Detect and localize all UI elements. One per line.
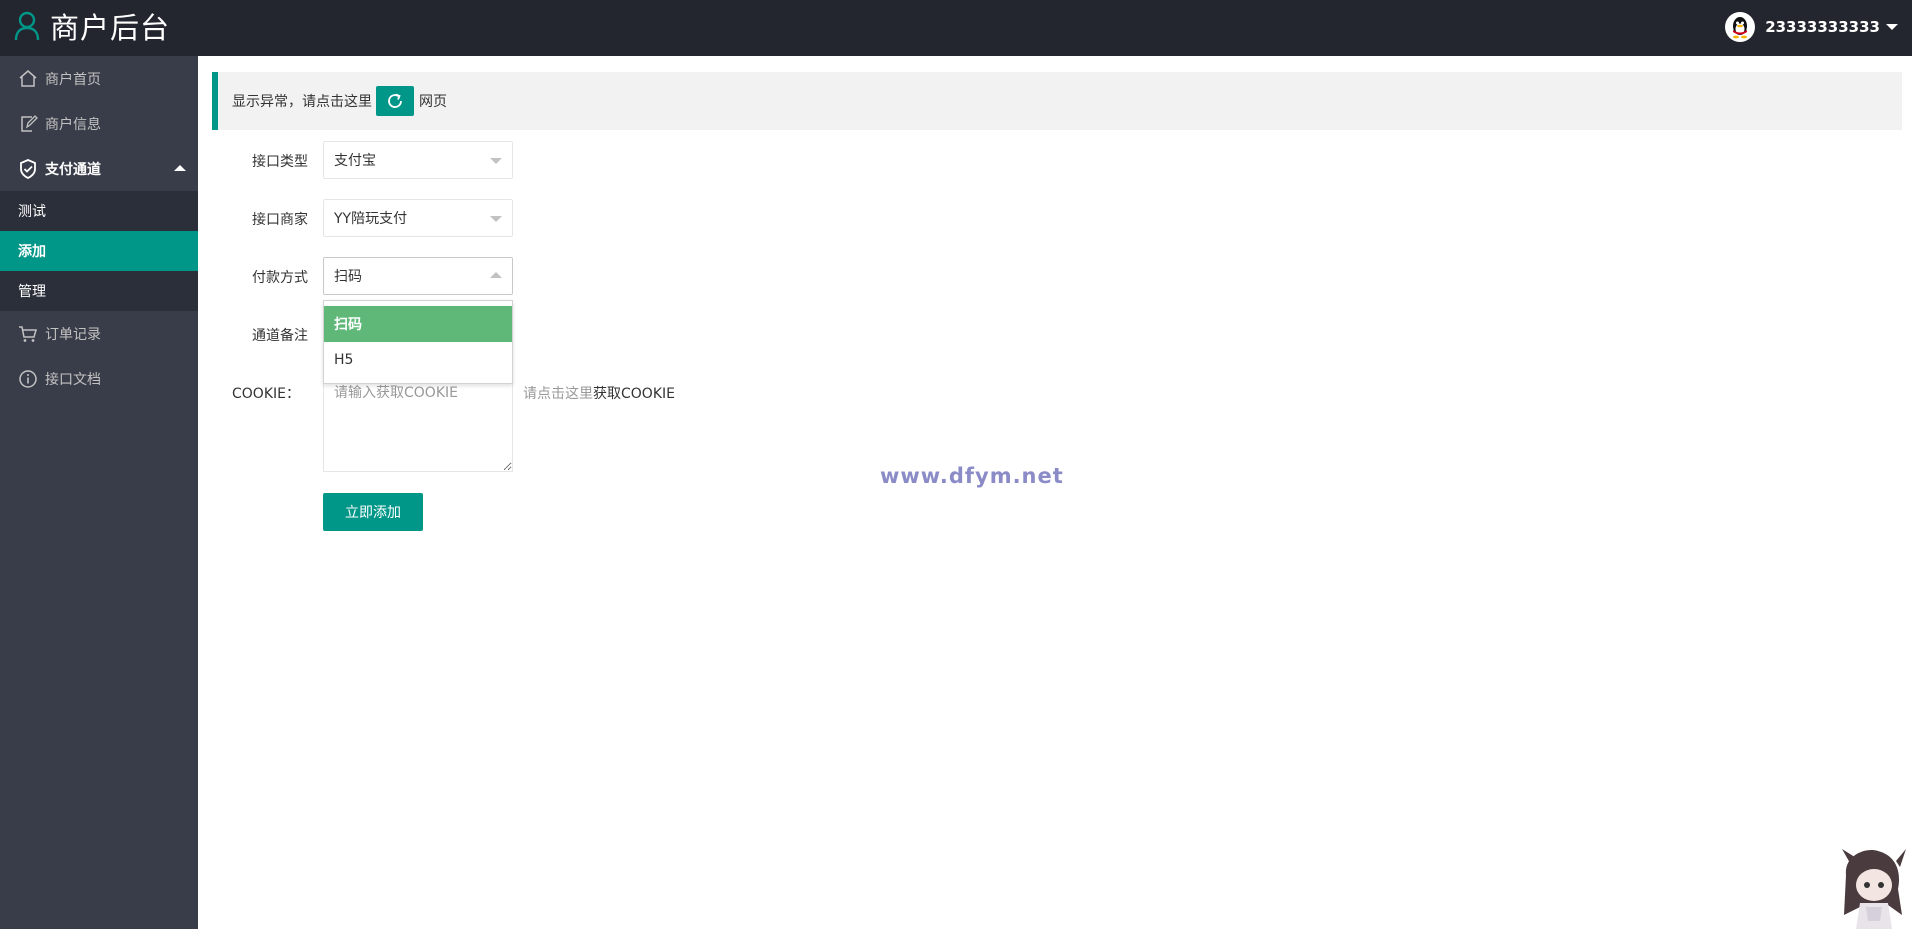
select-value: 支付宝 xyxy=(334,153,376,169)
app-title: 商户后台 xyxy=(50,11,171,45)
cookie-tip-text: 获取COOKIE xyxy=(593,386,675,402)
sidebar-subitem-manage[interactable]: 管理 xyxy=(0,271,198,311)
cookie-textarea[interactable] xyxy=(323,377,513,472)
cookie-label: COOKIE： xyxy=(232,386,300,402)
sidebar-subitem-test[interactable]: 测试 xyxy=(0,191,198,231)
payment-method-dropdown: 扫码 H5 xyxy=(323,300,513,384)
interface-merchant-label: 接口商家 xyxy=(252,212,308,228)
avatar xyxy=(1725,12,1756,42)
channel-note-label: 通道备注 xyxy=(252,328,308,344)
cookie-tip: 请点击这里获取COOKIE xyxy=(523,383,675,403)
sidebar-subitem-label: 测试 xyxy=(18,204,46,220)
interface-merchant-select[interactable]: YY陪玩支付 xyxy=(323,199,513,237)
submit-add-button[interactable]: 立即添加 xyxy=(323,493,423,531)
edit-doc-icon xyxy=(21,114,38,132)
sidebar-item-label: 商户信息 xyxy=(45,116,101,133)
sidebar: 商户首页 商户信息 支付通道 测试 添加 管理 订单记录 接口文档 xyxy=(0,56,198,929)
sidebar-subitem-label: 添加 xyxy=(18,244,46,260)
refresh-button[interactable] xyxy=(376,86,414,116)
sidebar-item-home[interactable]: 商户首页 xyxy=(0,56,198,101)
sidebar-item-orders[interactable]: 订单记录 xyxy=(0,311,198,356)
sidebar-item-label: 订单记录 xyxy=(45,326,101,343)
caret-down-icon xyxy=(490,158,502,164)
cart-icon xyxy=(19,325,37,342)
notice-bar: 显示异常，请点击这里 网页 xyxy=(212,72,1902,130)
sidebar-item-label: 商户首页 xyxy=(45,71,101,88)
sidebar-subitem-label: 管理 xyxy=(18,284,46,300)
interface-type-select[interactable]: 支付宝 xyxy=(323,141,513,179)
caret-up-icon xyxy=(174,165,186,171)
caret-down-icon xyxy=(1886,24,1898,30)
logo: 商户后台 xyxy=(14,8,171,45)
mascot-character-icon xyxy=(1842,849,1906,929)
top-header: 商户后台 23333333333 xyxy=(0,0,1912,56)
payment-method-select[interactable]: 扫码 xyxy=(323,257,513,295)
sidebar-item-merchant-info[interactable]: 商户信息 xyxy=(0,101,198,146)
username: 23333333333 xyxy=(1765,18,1880,36)
select-value: 扫码 xyxy=(334,269,362,285)
qq-penguin-icon xyxy=(1733,17,1748,39)
caret-down-icon xyxy=(490,216,502,222)
sidebar-subitem-add[interactable]: 添加 xyxy=(0,231,198,271)
select-value: YY陪玩支付 xyxy=(334,211,408,227)
home-icon xyxy=(19,69,37,87)
sidebar-item-api-docs[interactable]: 接口文档 xyxy=(0,356,198,401)
notice-text-suffix: 网页 xyxy=(419,94,447,110)
sidebar-item-label: 支付通道 xyxy=(45,161,101,178)
sidebar-item-payment-channel[interactable]: 支付通道 xyxy=(0,146,198,191)
caret-up-icon xyxy=(490,272,502,278)
sidebar-subnav: 测试 添加 管理 xyxy=(0,191,198,311)
cookie-tip-link[interactable]: 请点击这里 xyxy=(523,386,593,402)
dropdown-option-h5[interactable]: H5 xyxy=(324,342,512,378)
refresh-icon xyxy=(388,93,402,108)
interface-type-label: 接口类型 xyxy=(252,154,308,170)
user-menu[interactable]: 23333333333 xyxy=(1725,12,1898,42)
info-icon xyxy=(19,369,37,388)
notice-text: 显示异常，请点击这里 xyxy=(232,94,372,110)
watermark: www.dfym.net xyxy=(880,464,1064,488)
user-icon xyxy=(14,11,40,41)
shield-icon xyxy=(20,158,36,179)
payment-method-label: 付款方式 xyxy=(252,270,308,286)
sidebar-item-label: 接口文档 xyxy=(45,371,101,388)
dropdown-option-scan[interactable]: 扫码 xyxy=(324,306,512,342)
